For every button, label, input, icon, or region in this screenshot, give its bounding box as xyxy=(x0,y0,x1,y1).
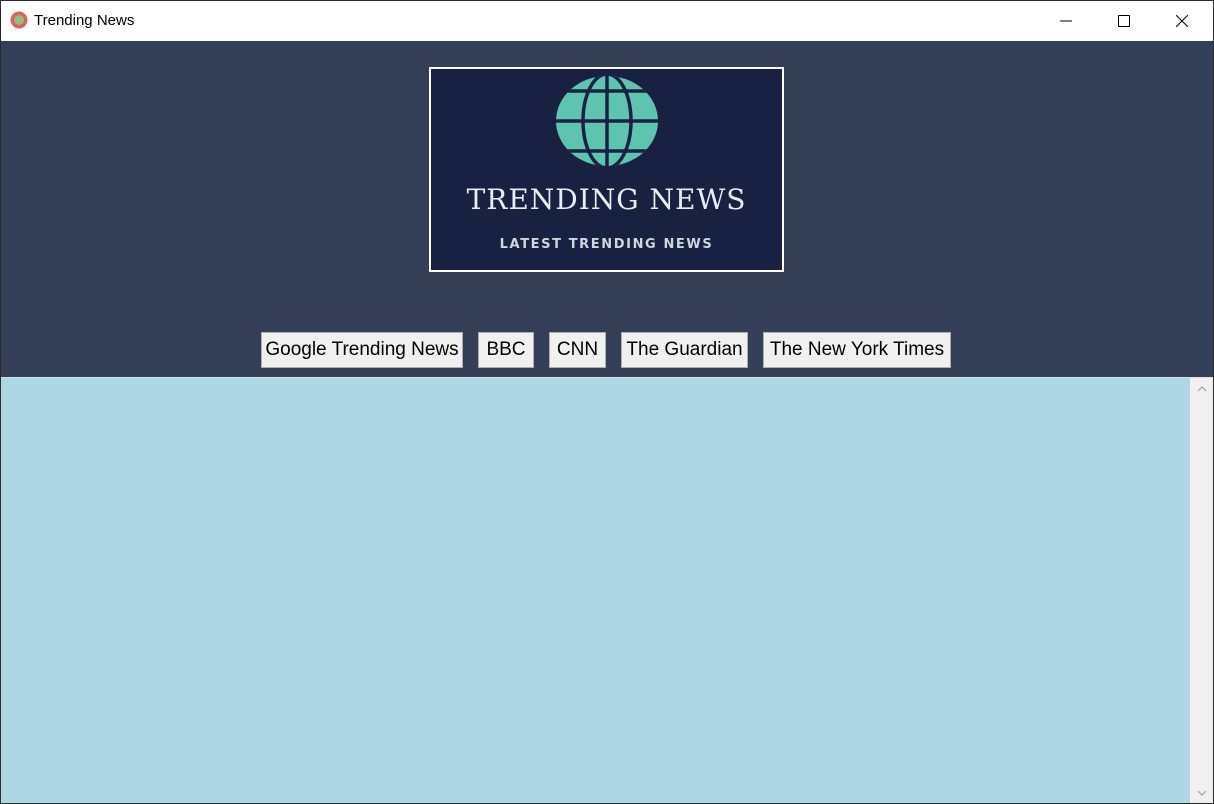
vertical-scrollbar[interactable] xyxy=(1190,378,1213,803)
header-panel: TRENDING NEWS LATEST TRENDING NEWS Googl… xyxy=(1,41,1213,377)
maximize-icon xyxy=(1118,15,1130,27)
minimize-button[interactable] xyxy=(1037,1,1095,41)
bbc-button[interactable]: BBC xyxy=(478,332,534,368)
window-title: Trending News xyxy=(34,12,135,29)
banner-subtitle: LATEST TRENDING NEWS xyxy=(499,237,714,252)
app-icon xyxy=(10,11,28,29)
maximize-button[interactable] xyxy=(1095,1,1153,41)
minimize-icon xyxy=(1060,20,1072,22)
close-icon xyxy=(1176,15,1188,27)
the-guardian-button[interactable]: The Guardian xyxy=(621,332,748,368)
scroll-down-button[interactable] xyxy=(1190,784,1213,802)
cnn-button[interactable]: CNN xyxy=(549,332,606,368)
globe-icon xyxy=(556,76,658,166)
chevron-up-icon xyxy=(1197,386,1206,392)
close-button[interactable] xyxy=(1153,1,1211,41)
the-new-york-times-button[interactable]: The New York Times xyxy=(763,332,951,368)
google-trending-news-button[interactable]: Google Trending News xyxy=(261,332,463,368)
logo-banner: TRENDING NEWS LATEST TRENDING NEWS xyxy=(429,67,784,272)
scroll-up-button[interactable] xyxy=(1190,380,1213,398)
chevron-down-icon xyxy=(1197,790,1206,796)
banner-title: TRENDING NEWS xyxy=(466,183,747,216)
app-window: Trending News TRENDING NEWS LATEST TREND… xyxy=(0,0,1214,804)
news-content-area[interactable] xyxy=(1,377,1213,803)
title-bar: Trending News xyxy=(1,1,1213,41)
